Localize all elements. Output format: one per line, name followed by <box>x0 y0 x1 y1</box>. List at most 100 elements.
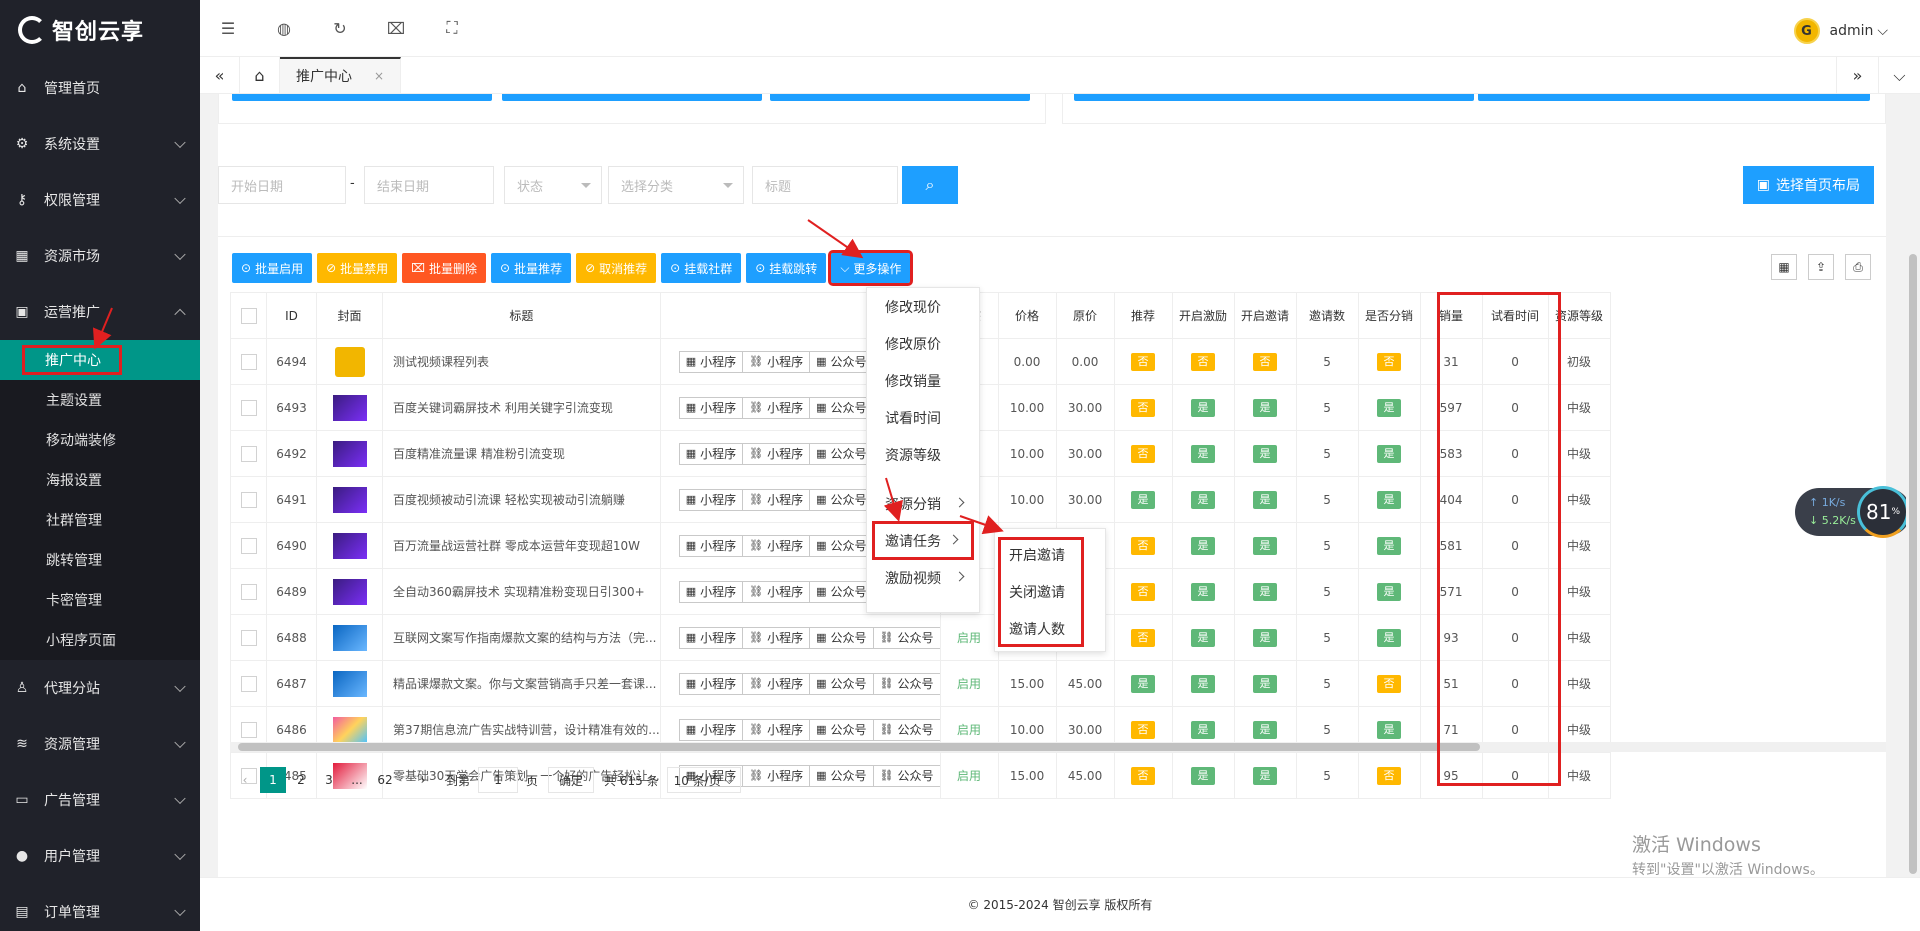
flag-badge[interactable]: 是 <box>1191 490 1216 509</box>
horizontal-scrollbar[interactable] <box>230 742 1886 752</box>
vertical-scrollbar[interactable] <box>1906 94 1920 877</box>
toolbar-button-1[interactable]: ⊘ 批量禁用 <box>317 253 398 283</box>
close-icon[interactable]: × <box>374 69 384 83</box>
flag-badge[interactable]: 是 <box>1131 674 1156 693</box>
link-button-mp[interactable]: ▦ 公众号 <box>809 580 874 603</box>
tab-promo-center[interactable]: 推广中心 × <box>280 57 402 93</box>
header-select-all[interactable] <box>230 292 267 339</box>
row-select[interactable] <box>230 384 267 431</box>
toolbar-button-0[interactable]: ⊙ 批量启用 <box>232 253 313 283</box>
checkbox[interactable] <box>240 583 257 600</box>
sidebar-item-items-4[interactable]: ▣ 运营推广 <box>0 284 200 340</box>
page-size-select[interactable]: 10 条/页 ⌵ <box>666 767 741 793</box>
flag-badge[interactable]: 是 <box>1191 720 1216 739</box>
checkbox[interactable] <box>240 399 257 416</box>
link-button-mini[interactable]: ▦ 小程序 <box>678 672 744 695</box>
row-select[interactable] <box>230 476 267 523</box>
link-button-mp[interactable]: ⛓公众号 <box>872 672 940 695</box>
flag-badge[interactable]: 是 <box>1253 398 1278 417</box>
row-select[interactable] <box>230 338 267 385</box>
flag-badge[interactable]: 是 <box>1253 720 1278 739</box>
menu-item-2[interactable]: 修改销量 <box>867 362 979 399</box>
flag-badge[interactable]: 是 <box>1191 628 1216 647</box>
menu-toggle-icon[interactable]: ☰ <box>200 19 256 38</box>
cover-thumbnail[interactable] <box>332 440 367 467</box>
flag-badge[interactable]: 是 <box>1191 582 1216 601</box>
link-button-mini[interactable]: ▦ 小程序 <box>678 350 744 373</box>
trash-icon[interactable]: ⌧ <box>368 19 424 38</box>
sidebar-subitem-1[interactable]: 主题设置 <box>0 380 200 420</box>
cover-thumbnail[interactable] <box>332 578 367 605</box>
flag-badge[interactable]: 否 <box>1131 720 1156 739</box>
home-tab-icon[interactable]: ⌂ <box>240 57 280 93</box>
flag-badge[interactable]: 是 <box>1377 490 1402 509</box>
flag-badge[interactable]: 是 <box>1191 766 1216 785</box>
page-last[interactable]: 62 <box>372 767 398 793</box>
checkbox[interactable] <box>240 629 257 646</box>
export-icon[interactable]: ⇪ <box>1808 254 1834 280</box>
flag-badge[interactable]: 是 <box>1253 490 1278 509</box>
cover-thumbnail[interactable] <box>332 716 367 743</box>
flag-badge[interactable]: 是 <box>1377 536 1402 555</box>
goto-page-input[interactable]: 1 <box>478 767 519 793</box>
menu-item-7[interactable]: 激励视频 <box>867 559 979 596</box>
link-button-mini[interactable]: ▦ 小程序 <box>678 534 744 557</box>
toolbar-button-6[interactable]: ⊙ 挂载跳转 <box>746 253 827 283</box>
flag-badge[interactable]: 是 <box>1377 628 1402 647</box>
link-button-mini[interactable]: ▦ 小程序 <box>678 626 744 649</box>
menu-item-0[interactable]: 修改现价 <box>867 288 979 325</box>
link-button-mini[interactable]: ⛓ 小程序 <box>742 718 811 741</box>
link-button-mp[interactable]: ▦ 公众号 <box>809 350 874 373</box>
row-select[interactable] <box>230 614 267 661</box>
checkbox[interactable] <box>240 721 257 738</box>
sidebar-item-items2-3[interactable]: ● 用户管理 <box>0 828 200 884</box>
flag-badge[interactable]: 否 <box>1191 352 1216 371</box>
checkbox[interactable] <box>240 353 257 370</box>
sidebar-item-items-0[interactable]: ⌂ 管理首页 <box>0 60 200 116</box>
checkbox[interactable] <box>240 491 257 508</box>
link-button-mp[interactable]: ▦ 公众号 <box>809 672 874 695</box>
menu-item-6[interactable]: 邀请任务 <box>872 521 974 560</box>
cover-thumbnail[interactable] <box>334 346 365 377</box>
link-button-mini[interactable]: ⛓ 小程序 <box>742 442 811 465</box>
link-button-mp[interactable]: ▦ 公众号 <box>809 718 874 741</box>
sidebar-subitem-4[interactable]: 社群管理 <box>0 500 200 540</box>
link-button-mp[interactable]: ▦ 公众号 <box>809 534 874 557</box>
prev-page-icon[interactable]: ‹ <box>232 767 258 793</box>
sidebar-item-items-1[interactable]: ⚙ 系统设置 <box>0 116 200 172</box>
link-button-mp[interactable]: ▦ 公众号 <box>809 626 874 649</box>
flag-badge[interactable]: 是 <box>1253 582 1278 601</box>
flag-badge[interactable]: 是 <box>1377 582 1402 601</box>
sidebar-subitem-3[interactable]: 海报设置 <box>0 460 200 500</box>
tabs-right-icon[interactable]: » <box>1836 57 1878 94</box>
link-button-mini[interactable]: ▦ 小程序 <box>678 488 744 511</box>
link-button-mp[interactable]: ▦ 公众号 <box>809 764 874 787</box>
page-1[interactable]: 1 <box>260 767 286 793</box>
category-select[interactable]: 选择分类 <box>608 166 744 204</box>
flag-badge[interactable]: 是 <box>1377 720 1402 739</box>
sidebar-item-items2-0[interactable]: ♙ 代理分站 <box>0 660 200 716</box>
cover-thumbnail[interactable] <box>332 532 367 559</box>
link-button-mini[interactable]: ▦ 小程序 <box>678 580 744 603</box>
goto-confirm-button[interactable]: 确定 <box>548 767 595 793</box>
flag-badge[interactable]: 是 <box>1191 536 1216 555</box>
next-page-icon[interactable]: › <box>410 767 436 793</box>
link-button-mp[interactable]: ⛓公众号 <box>872 626 940 649</box>
flag-badge[interactable]: 否 <box>1377 674 1402 693</box>
sidebar-item-items2-1[interactable]: ≋ 资源管理 <box>0 716 200 772</box>
row-select[interactable] <box>230 522 267 569</box>
sidebar-subitem-7[interactable]: 小程序页面 <box>0 620 200 660</box>
row-select[interactable] <box>230 568 267 615</box>
link-button-mini[interactable]: ⛓ 小程序 <box>742 488 811 511</box>
link-button-mini[interactable]: ⛓ 小程序 <box>742 396 811 419</box>
sidebar-subitem-6[interactable]: 卡密管理 <box>0 580 200 620</box>
sidebar-subitem-2[interactable]: 移动端装修 <box>0 420 200 460</box>
scrollbar-thumb[interactable] <box>238 743 1480 751</box>
row-select[interactable] <box>230 660 267 707</box>
flag-badge[interactable]: 是 <box>1253 628 1278 647</box>
row-select[interactable] <box>230 430 267 477</box>
flag-badge[interactable]: 是 <box>1131 490 1156 509</box>
flag-badge[interactable]: 是 <box>1253 444 1278 463</box>
cover-thumbnail[interactable] <box>332 394 367 421</box>
checkbox[interactable] <box>240 537 257 554</box>
